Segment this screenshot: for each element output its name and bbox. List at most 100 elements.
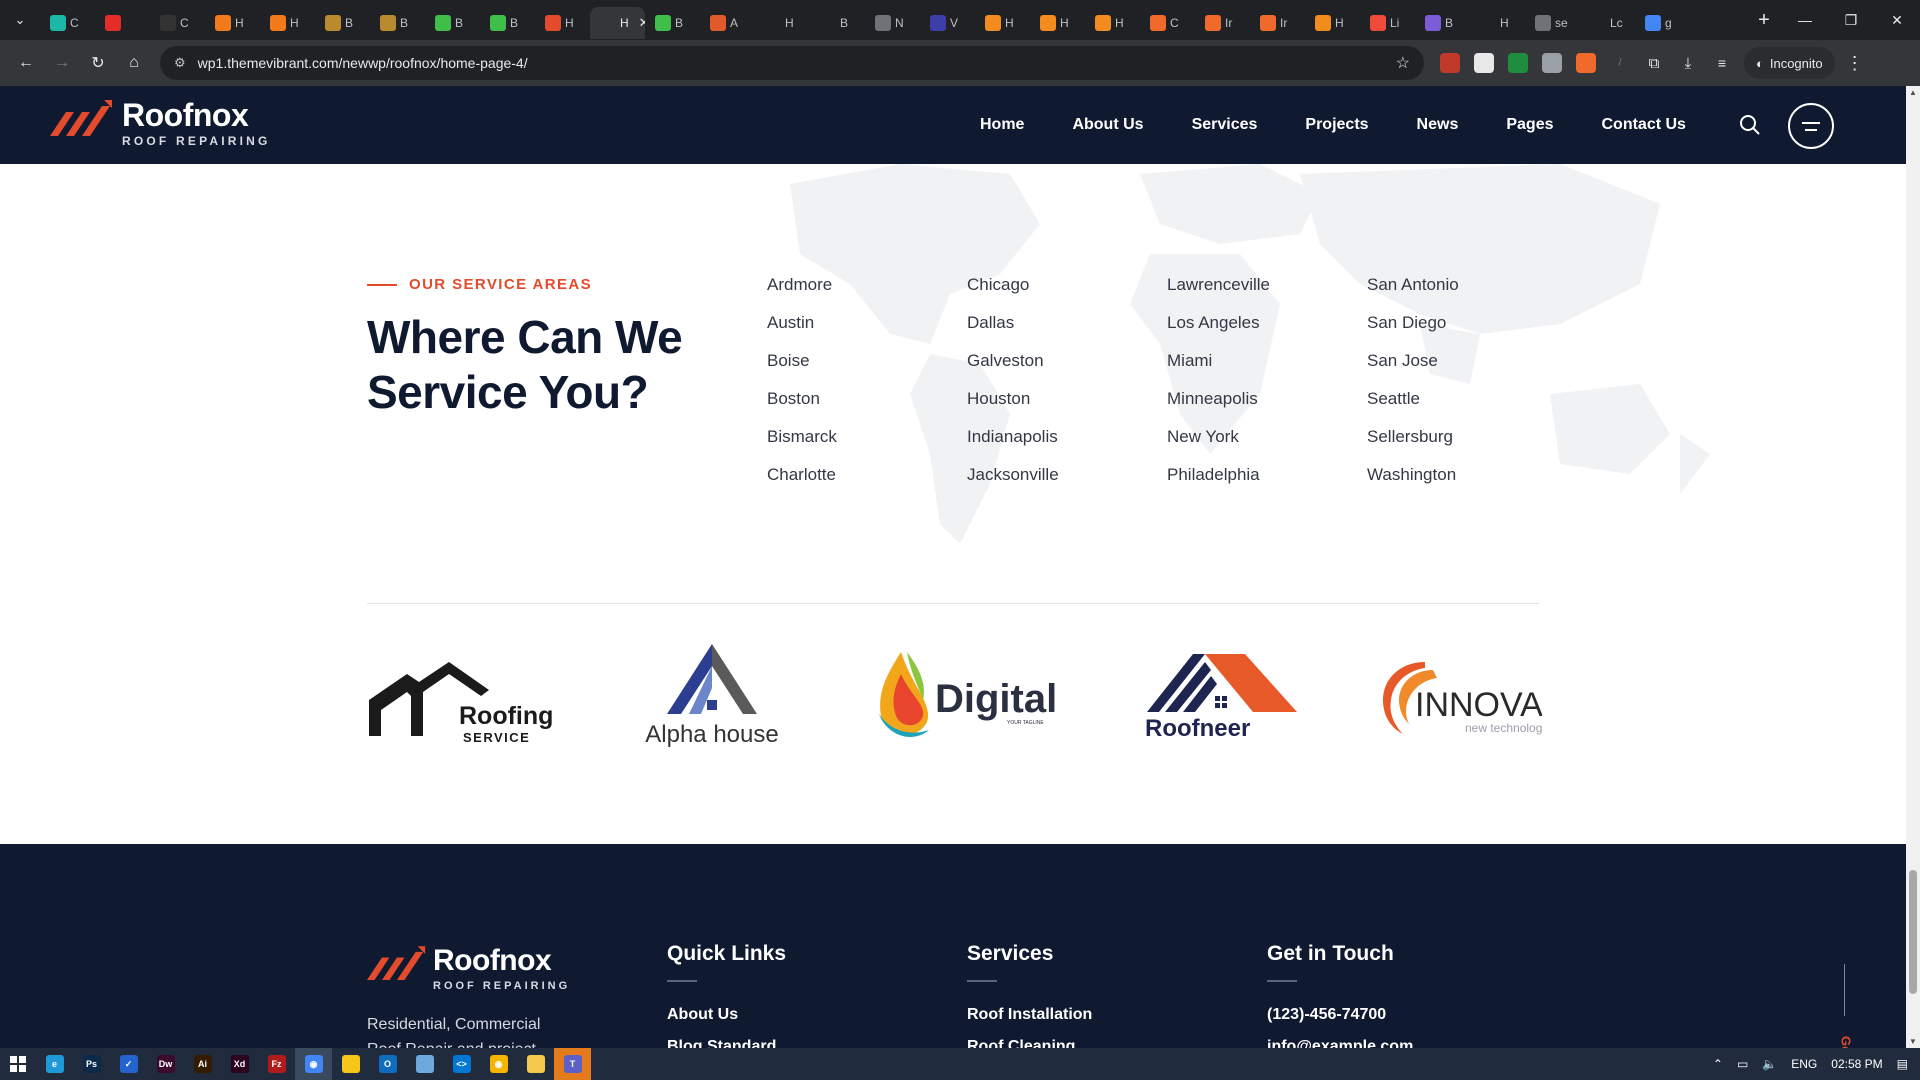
browser-tab[interactable]: g — [1635, 7, 1690, 39]
taskbar-app-explorer[interactable] — [517, 1048, 554, 1080]
taskbar-app-photoshop[interactable]: Ps — [73, 1048, 110, 1080]
browser-tab[interactable]: H — [975, 7, 1030, 39]
scroll-thumb[interactable] — [1909, 870, 1917, 994]
site-logo[interactable]: Roofnox ROOF REPAIRING — [50, 98, 271, 148]
brand-roofing-service[interactable]: Roofing SERVICE — [367, 644, 567, 754]
taskbar-app-vscode[interactable]: <> — [443, 1048, 480, 1080]
address-bar[interactable]: ⚙ wp1.themevibrant.com/newwp/roofnox/hom… — [160, 46, 1424, 80]
brand-roofneer[interactable]: Roofneer — [1145, 644, 1315, 754]
browser-tab[interactable]: H ✕ — [590, 7, 645, 39]
browser-tab[interactable]: B — [645, 7, 700, 39]
extension-icon[interactable] — [1440, 53, 1460, 73]
taskbar-app-chrome[interactable]: ◉ — [295, 1048, 332, 1080]
browser-tab[interactable]: H — [1470, 7, 1525, 39]
city-link[interactable]: Jacksonville — [967, 464, 1059, 502]
brand-digital[interactable]: Digital YOUR TAGLINE — [867, 644, 1067, 754]
start-button[interactable] — [0, 1048, 36, 1080]
browser-tab[interactable]: V — [920, 7, 975, 39]
browser-tab[interactable]: B — [1415, 7, 1470, 39]
nav-projects[interactable]: Projects — [1305, 116, 1368, 134]
browser-tab[interactable]: C — [150, 7, 205, 39]
footer-phone[interactable]: (123)-456-74700 — [1267, 1006, 1413, 1024]
volume-icon[interactable]: 🔈 — [1762, 1057, 1777, 1071]
browser-tab[interactable]: H — [1085, 7, 1140, 39]
city-link[interactable]: Galveston — [967, 350, 1059, 388]
city-link[interactable]: Minneapolis — [1167, 388, 1270, 426]
city-link[interactable]: Philadelphia — [1167, 464, 1270, 502]
city-link[interactable]: Lawrenceville — [1167, 274, 1270, 312]
taskbar-app-chrome-2[interactable]: ◉ — [480, 1048, 517, 1080]
browser-tab[interactable]: Ir — [1195, 7, 1250, 39]
browser-tab[interactable] — [95, 7, 150, 39]
city-link[interactable]: Houston — [967, 388, 1059, 426]
city-link[interactable]: Bismarck — [767, 426, 837, 464]
city-link[interactable]: Los Angeles — [1167, 312, 1270, 350]
search-icon[interactable] — [1738, 113, 1762, 137]
city-link[interactable]: Sellersburg — [1367, 426, 1459, 464]
taskbar-app-dreamweaver[interactable]: Dw — [147, 1048, 184, 1080]
city-link[interactable]: Seattle — [1367, 388, 1459, 426]
close-window-button[interactable]: ✕ — [1874, 0, 1920, 40]
footer-link-roof-installation[interactable]: Roof Installation — [967, 1006, 1092, 1024]
network-icon[interactable]: ▭ — [1737, 1057, 1748, 1071]
clock[interactable]: 02:58 PM — [1831, 1057, 1882, 1071]
tab-search-icon[interactable]: ⌄ — [0, 0, 40, 40]
browser-tab[interactable]: H — [260, 7, 315, 39]
extension-icon[interactable]: / — [1610, 53, 1630, 73]
puzzle-extensions-icon[interactable]: ⧉ — [1644, 53, 1664, 73]
city-link[interactable]: Charlotte — [767, 464, 837, 502]
city-link[interactable]: Dallas — [967, 312, 1059, 350]
browser-tab[interactable]: C — [1140, 7, 1195, 39]
notifications-icon[interactable]: ▤ — [1897, 1057, 1908, 1071]
footer-link-roof-cleaning[interactable]: Roof Cleaning — [967, 1038, 1092, 1048]
footer-email[interactable]: info@example.com — [1267, 1038, 1413, 1048]
hamburger-menu-button[interactable] — [1788, 103, 1834, 149]
city-link[interactable]: San Diego — [1367, 312, 1459, 350]
reload-button[interactable]: ↻ — [80, 45, 116, 81]
browser-tab[interactable]: B — [315, 7, 370, 39]
media-control-icon[interactable]: ≡ — [1712, 53, 1732, 73]
browser-tab[interactable]: H — [205, 7, 260, 39]
browser-tab[interactable]: Ir — [1250, 7, 1305, 39]
url-text[interactable]: wp1.themevibrant.com/newwp/roofnox/home-… — [198, 55, 1396, 71]
city-link[interactable]: San Jose — [1367, 350, 1459, 388]
nav-contact-us[interactable]: Contact Us — [1601, 116, 1685, 134]
footer-logo[interactable]: Roofnox ROOF REPAIRING — [367, 944, 570, 992]
footer-link-about-us[interactable]: About Us — [667, 1006, 786, 1024]
extension-icon[interactable] — [1576, 53, 1596, 73]
taskbar-app-teams[interactable]: T — [554, 1048, 591, 1080]
nav-pages[interactable]: Pages — [1506, 116, 1553, 134]
browser-tab[interactable]: N — [865, 7, 920, 39]
city-link[interactable]: New York — [1167, 426, 1270, 464]
scroll-down-icon[interactable]: ▼ — [1909, 1037, 1917, 1046]
browser-tab[interactable]: H — [755, 7, 810, 39]
city-link[interactable]: Boise — [767, 350, 837, 388]
city-link[interactable]: Chicago — [967, 274, 1059, 312]
brand-alpha-house[interactable]: Alpha house — [637, 644, 787, 754]
brand-innova[interactable]: INNOVA new technology — [1377, 644, 1548, 754]
nav-home[interactable]: Home — [980, 116, 1024, 134]
city-link[interactable]: Austin — [767, 312, 837, 350]
browser-tab[interactable]: Lc — [1580, 7, 1635, 39]
browser-tab[interactable]: A — [700, 7, 755, 39]
browser-tab[interactable]: C — [40, 7, 95, 39]
go-to-top-button[interactable]: Go To Top — [1830, 964, 1860, 1048]
taskbar-app-sticky-notes[interactable] — [332, 1048, 369, 1080]
camera-extension-icon[interactable] — [1542, 53, 1562, 73]
nav-about-us[interactable]: About Us — [1072, 116, 1143, 134]
incognito-badge[interactable]: ◐ Incognito — [1744, 47, 1835, 79]
home-button[interactable]: ⌂ — [116, 45, 152, 81]
footer-link-blog[interactable]: Blog Standard — [667, 1038, 786, 1048]
scroll-up-icon[interactable]: ▲ — [1909, 88, 1917, 97]
browser-tab[interactable]: B — [810, 7, 865, 39]
new-tab-button[interactable]: + — [1746, 9, 1782, 32]
browser-tab[interactable]: H — [535, 7, 590, 39]
taskbar-app-outlook[interactable]: O — [369, 1048, 406, 1080]
browser-tab[interactable]: Li — [1360, 7, 1415, 39]
city-link[interactable]: San Antonio — [1367, 274, 1459, 312]
taskbar-app-xd[interactable]: Xd — [221, 1048, 258, 1080]
download-icon[interactable]: ⤓ — [1678, 53, 1698, 73]
minimize-button[interactable]: — — [1782, 0, 1828, 40]
taskbar-app-filezilla[interactable]: Fz — [258, 1048, 295, 1080]
browser-tab[interactable]: B — [425, 7, 480, 39]
